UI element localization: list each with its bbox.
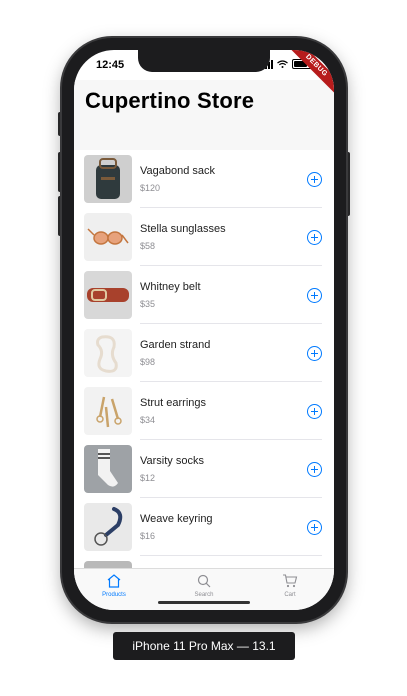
product-thumbnail [84, 271, 132, 319]
wifi-icon [277, 60, 288, 68]
product-row[interactable]: Garden strand $98 [74, 324, 334, 382]
status-time: 12:45 [96, 59, 125, 71]
product-thumbnail [84, 561, 132, 568]
product-price: $16 [140, 531, 156, 541]
add-to-cart-icon[interactable] [307, 346, 322, 361]
product-thumbnail [84, 213, 132, 261]
product-thumbnail [84, 503, 132, 551]
add-to-cart-icon[interactable] [307, 520, 322, 535]
add-to-cart-icon[interactable] [307, 404, 322, 419]
product-price: $120 [140, 183, 161, 193]
add-to-cart-icon[interactable] [307, 462, 322, 477]
product-price: $12 [140, 473, 156, 483]
tab-label: Cart [284, 592, 296, 598]
device-label: iPhone 11 Pro Max — 13.1 [113, 632, 295, 660]
tab-label: Search [194, 592, 214, 598]
product-list[interactable]: Vagabond sack $120 Stella sunglasses $58… [74, 150, 334, 568]
product-thumbnail [84, 445, 132, 493]
home-indicator [158, 601, 250, 604]
tab-search[interactable]: Search [174, 573, 234, 598]
product-name: Whitney belt [140, 281, 201, 293]
add-to-cart-icon[interactable] [307, 172, 322, 187]
product-price: $35 [140, 299, 156, 309]
product-row-partial[interactable] [74, 556, 334, 568]
product-name: Garden strand [140, 339, 211, 351]
product-name: Strut earrings [140, 397, 207, 409]
product-row[interactable]: Varsity socks $12 [74, 440, 334, 498]
product-row[interactable]: Strut earrings $34 [74, 382, 334, 440]
notch [138, 50, 270, 72]
power-button [346, 152, 350, 216]
product-row[interactable]: Stella sunglasses $58 [74, 208, 334, 266]
product-price: $34 [140, 415, 156, 425]
product-row[interactable]: Whitney belt $35 [74, 266, 334, 324]
product-name: Varsity socks [140, 455, 204, 467]
cart-icon [283, 574, 298, 588]
product-thumbnail [84, 387, 132, 435]
product-name: Weave keyring [140, 513, 213, 525]
phone-frame: 12:45 DEBUG Cupertino Store Vagabond sac… [62, 38, 346, 622]
home-icon [107, 574, 121, 588]
phone-screen: 12:45 DEBUG Cupertino Store Vagabond sac… [74, 50, 334, 610]
product-row[interactable]: Weave keyring $16 [74, 498, 334, 556]
tab-cart[interactable]: Cart [260, 573, 320, 598]
product-thumbnail [84, 155, 132, 203]
product-name: Vagabond sack [140, 165, 216, 177]
page-title: Cupertino Store [85, 88, 255, 113]
search-icon [197, 574, 211, 588]
tab-products[interactable]: Products [84, 573, 144, 598]
product-price: $98 [140, 357, 156, 367]
add-to-cart-icon[interactable] [307, 288, 322, 303]
product-row[interactable]: Vagabond sack $120 [74, 150, 334, 208]
product-thumbnail [84, 329, 132, 377]
product-name: Stella sunglasses [140, 223, 226, 235]
product-price: $58 [140, 241, 156, 251]
tab-label: Products [102, 592, 126, 598]
add-to-cart-icon[interactable] [307, 230, 322, 245]
